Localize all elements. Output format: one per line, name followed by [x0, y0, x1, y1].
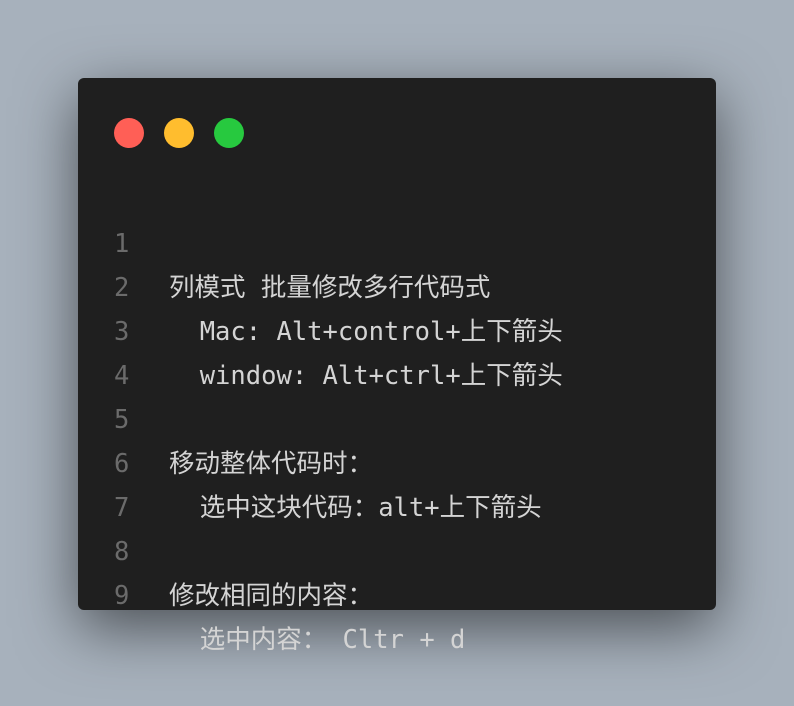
code-window: 1 列模式 批量修改多行代码式 2 Mac: Alt+control+上下箭头 …: [78, 78, 716, 655]
line-text: 选中内容： Cltr + d: [169, 625, 466, 655]
code-line: 1 列模式 批量修改多行代码式: [78, 178, 716, 303]
code-line: 9 选中内容： Cltr + d: [78, 530, 716, 655]
code-line: 5 移动整体代码时：: [78, 354, 716, 479]
code-block: 1 列模式 批量修改多行代码式 2 Mac: Alt+control+上下箭头 …: [78, 178, 716, 655]
line-number: 9: [114, 581, 130, 611]
code-line: 7: [78, 442, 716, 523]
code-line: 4: [78, 310, 716, 391]
code-line: 6 选中这块代码：alt+上下箭头: [78, 398, 716, 523]
close-button[interactable]: [114, 118, 144, 148]
code-line: 8 修改相同的内容：: [78, 486, 716, 611]
minimize-button[interactable]: [164, 118, 194, 148]
code-line: 2 Mac: Alt+control+上下箭头: [78, 222, 716, 347]
zoom-button[interactable]: [214, 118, 244, 148]
code-line: 3 window: Alt+ctrl+上下箭头: [78, 266, 716, 391]
line-text: 修改相同的内容：: [169, 581, 374, 611]
